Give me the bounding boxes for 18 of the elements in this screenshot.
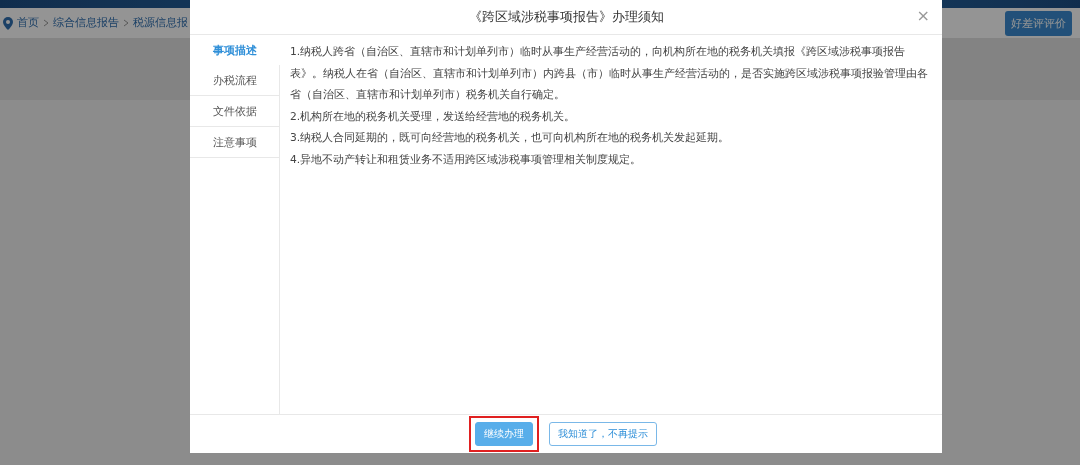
- notice-paragraph: 1.纳税人跨省（自治区、直辖市和计划单列市）临时从事生产经营活动的，向机构所在地的税务机关填报《跨区域涉税事项报告表》。纳税人在省（自治区、直辖市和计划单列市）内跨县（市）临时从事生产经营活动的，是否实施跨区域涉税事项报验管理由各省（自治区、直辖市和计划单列市）税务机关自行确定。: [290, 44, 929, 103]
- sidebar-tab[interactable]: 办税流程: [190, 65, 279, 96]
- breadcrumb-link[interactable]: 首页: [17, 16, 39, 30]
- breadcrumb-separator-icon: [123, 19, 129, 27]
- sidebar-tab[interactable]: 注意事项: [190, 127, 279, 158]
- breadcrumb-separator-icon: [43, 19, 49, 27]
- location-pin-icon: [3, 16, 13, 30]
- breadcrumb-link[interactable]: 综合信息报告: [53, 16, 119, 30]
- notice-paragraph: 2.机构所在地的税务机关受理，发送给经营地的税务机关。: [290, 108, 577, 125]
- notice-paragraph: 4.异地不动产转让和租赁业务不适用跨区域涉税事项管理相关制度规定。: [290, 151, 643, 168]
- review-button[interactable]: 好差评评价: [1005, 10, 1072, 36]
- continue-button[interactable]: 继续办理: [475, 422, 533, 446]
- dialog-title: 《跨区域涉税事项报告》办理须知: [468, 8, 664, 26]
- sidebar-tab[interactable]: 文件依据: [190, 96, 279, 127]
- close-button[interactable]: ×: [916, 8, 930, 24]
- dismiss-button[interactable]: 我知道了，不再提示: [549, 422, 657, 446]
- notice-paragraph: 3.纳税人合同延期的，既可向经营地的税务机关，也可向机构所在地的税务机关发起延期。: [290, 130, 731, 146]
- breadcrumb-link[interactable]: 税源信息报: [133, 16, 188, 30]
